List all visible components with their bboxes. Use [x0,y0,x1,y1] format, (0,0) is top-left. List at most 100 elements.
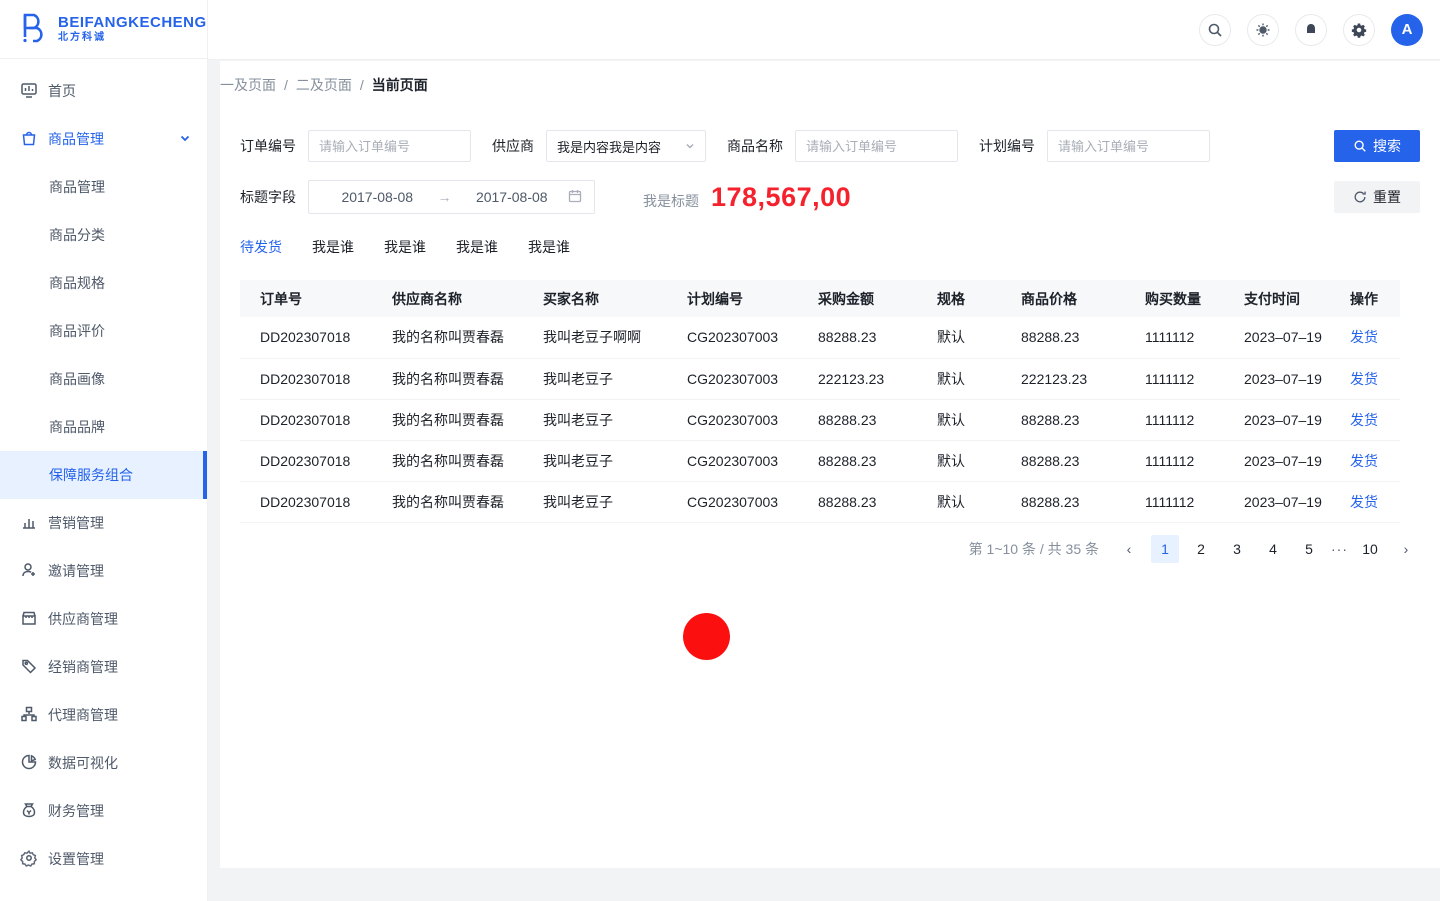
order-no-input[interactable] [308,130,471,162]
ship-action-link[interactable]: 发货 [1350,494,1378,510]
pagination-page-4[interactable]: 4 [1259,535,1287,563]
col-pay-time: 支付时间 [1224,280,1330,317]
content-panel: 一及页面 / 二及页面 / 当前页面 订单编号 供应商 我是内容我是内容 [220,61,1440,868]
plan-no-input[interactable] [1047,130,1210,162]
search-button[interactable]: 搜索 [1334,130,1420,162]
sidebar-item-product-management[interactable]: 商品管理 [0,115,207,163]
cell-buyer-name: 我叫老豆子 [523,440,667,481]
sidebar-item-label: 经销商管理 [48,657,191,677]
sidebar-subitem-guarantee-service[interactable]: 保障服务组合 [0,451,207,499]
product-name-label: 商品名称 [727,136,783,156]
pagination-next-button[interactable]: › [1392,535,1420,563]
sidebar-item-invitation[interactable]: 邀请管理 [0,547,207,595]
cell-purchase-amount: 88288.23 [798,399,917,440]
cell-buyer-name: 我叫老豆子 [523,399,667,440]
red-cursor-dot [683,613,730,660]
col-plan-no: 计划编号 [667,280,798,317]
notification-bell-icon[interactable] [1295,14,1327,46]
sidebar-item-agent[interactable]: 代理商管理 [0,691,207,739]
cell-plan-no: CG202307003 [667,358,798,399]
sidebar-item-dealer[interactable]: 经销商管理 [0,643,207,691]
col-product-price: 商品价格 [1001,280,1125,317]
list-card: 订单编号 供应商 我是内容我是内容 商品名称 计划编号 [220,109,1440,868]
date-range-picker[interactable]: 2017-08-08 → 2017-08-08 [308,180,595,214]
ship-action-link[interactable]: 发货 [1350,371,1378,387]
theme-toggle-sun-icon[interactable] [1247,14,1279,46]
sidebar-subitem-product-portrait[interactable]: 商品画像 [0,355,207,403]
table-row: DD202307018 我的名称叫贾春磊 我叫老豆子啊啊 CG202307003… [240,317,1400,358]
sidebar-subitem-label: 商品分类 [49,225,105,245]
search-icon[interactable] [1199,14,1231,46]
sidebar-subitem-label: 商品品牌 [49,417,105,437]
settings-gear-icon[interactable] [1343,14,1375,46]
pagination-prev-button[interactable]: ‹ [1115,535,1143,563]
tab-4[interactable]: 我是谁 [456,233,498,261]
cell-spec: 默认 [917,481,1001,522]
sidebar-item-label: 设置管理 [48,849,191,869]
breadcrumb-current: 当前页面 [372,75,428,95]
summary-block: 我是标题 178,567,00 [643,182,851,213]
tab-5[interactable]: 我是谁 [528,233,570,261]
sidebar-item-supplier[interactable]: 供应商管理 [0,595,207,643]
sidebar-subitem-product-review[interactable]: 商品评价 [0,307,207,355]
tab-pending-shipment[interactable]: 待发货 [240,233,282,261]
pagination-ellipsis[interactable]: ··· [1331,541,1348,557]
pagination-page-10[interactable]: 10 [1356,535,1384,563]
title-field-label: 标题字段 [240,187,296,207]
table-row: DD202307018 我的名称叫贾春磊 我叫老豆子 CG202307003 8… [240,440,1400,481]
sidebar-item-marketing[interactable]: 营销管理 [0,499,207,547]
col-actions: 操作 [1330,280,1400,317]
product-name-input[interactable] [795,130,958,162]
cell-pay-time: 2023–07–19 [1224,358,1330,399]
sidebar-item-settings[interactable]: 设置管理 [0,835,207,883]
table-header: 订单号 供应商名称 买家名称 计划编号 采购金额 规格 商品价格 购买数量 支付… [240,280,1400,317]
breadcrumb-level2[interactable]: 二及页面 [296,75,352,95]
cell-purchase-amount: 222123.23 [798,358,917,399]
date-end[interactable]: 2017-08-08 [456,189,569,205]
reset-button[interactable]: 重置 [1334,181,1420,213]
cell-supplier-name: 我的名称叫贾春磊 [372,317,523,358]
user-avatar[interactable]: A [1391,14,1423,46]
supplier-select[interactable]: 我是内容我是内容 [546,130,706,162]
sidebar-item-label: 代理商管理 [48,705,191,725]
table-row: DD202307018 我的名称叫贾春磊 我叫老豆子 CG202307003 8… [240,481,1400,522]
sidebar-menu: 首页 商品管理 商品管理 商品分类 商品规格 商品评价 商品画像 商品品牌 保障… [0,59,207,883]
sidebar-subitem-label: 商品管理 [49,177,105,197]
ship-action-link[interactable]: 发货 [1350,329,1378,345]
org-nodes-icon [20,705,38,726]
sidebar-item-data-visualization[interactable]: 数据可视化 [0,739,207,787]
brand[interactable]: BEIFANGKECHENG 北方科诚 [0,0,207,59]
breadcrumb-separator: / [360,77,364,93]
tab-2[interactable]: 我是谁 [312,233,354,261]
cell-order-no: DD202307018 [240,440,372,481]
brand-subtitle: 北方科诚 [58,33,207,43]
orders-table: 订单号 供应商名称 买家名称 计划编号 采购金额 规格 商品价格 购买数量 支付… [240,280,1400,523]
pagination-page-1[interactable]: 1 [1151,535,1179,563]
summary-value: 178,567,00 [711,182,851,213]
sidebar-item-label: 营销管理 [48,513,191,533]
table-row: DD202307018 我的名称叫贾春磊 我叫老豆子 CG202307003 2… [240,358,1400,399]
cell-purchase-amount: 88288.23 [798,440,917,481]
pagination-page-3[interactable]: 3 [1223,535,1251,563]
sidebar-subitem-product-category[interactable]: 商品分类 [0,211,207,259]
ship-action-link[interactable]: 发货 [1350,412,1378,428]
top-header: A [208,0,1440,60]
sidebar-item-finance[interactable]: 财务管理 [0,787,207,835]
col-purchase-qty: 购买数量 [1125,280,1224,317]
cell-product-price: 88288.23 [1001,440,1125,481]
date-start[interactable]: 2017-08-08 [321,189,434,205]
sidebar-subitem-label: 商品评价 [49,321,105,341]
pagination-page-2[interactable]: 2 [1187,535,1215,563]
tab-3[interactable]: 我是谁 [384,233,426,261]
cell-plan-no: CG202307003 [667,481,798,522]
sidebar-subitem-product-management[interactable]: 商品管理 [0,163,207,211]
sidebar-subitem-product-spec[interactable]: 商品规格 [0,259,207,307]
breadcrumb-level1[interactable]: 一及页面 [220,75,276,95]
main-area: 一及页面 / 二及页面 / 当前页面 订单编号 供应商 我是内容我是内容 [208,61,1440,901]
ship-action-link[interactable]: 发货 [1350,453,1378,469]
pagination-page-5[interactable]: 5 [1295,535,1323,563]
cell-product-price: 88288.23 [1001,481,1125,522]
sidebar-item-home[interactable]: 首页 [0,67,207,115]
cell-buyer-name: 我叫老豆子 [523,481,667,522]
sidebar-subitem-product-brand[interactable]: 商品品牌 [0,403,207,451]
